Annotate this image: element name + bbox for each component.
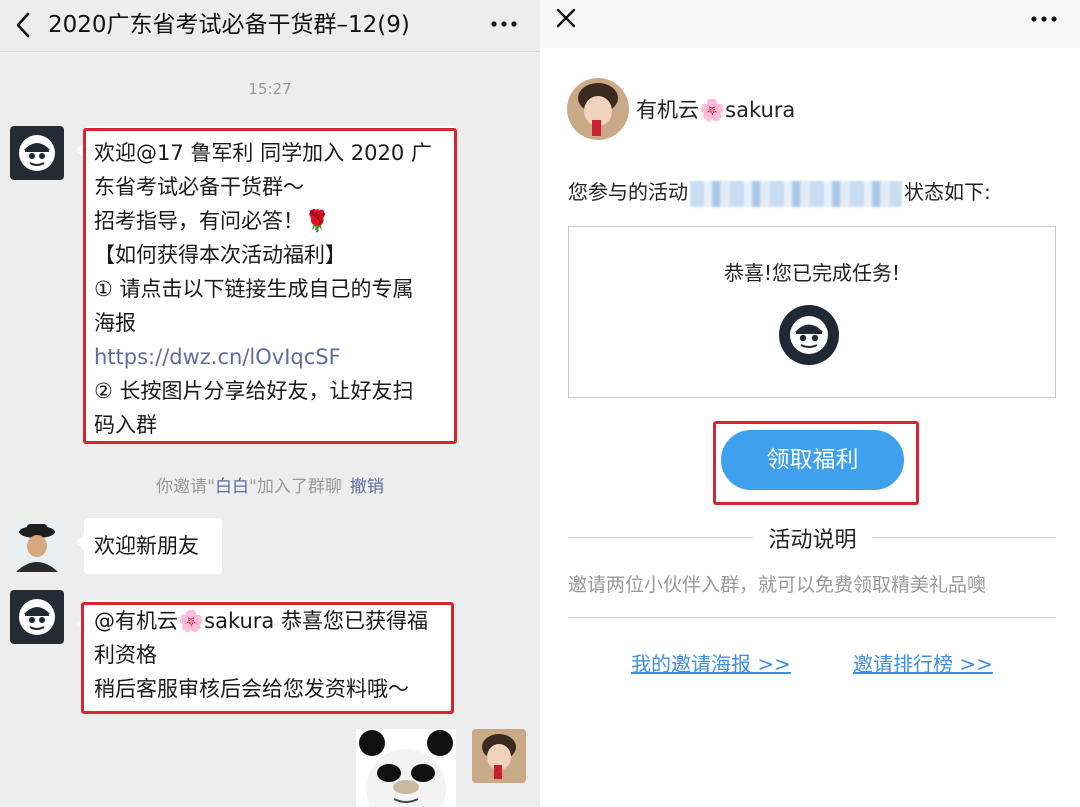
panda-face-icon [356,729,456,807]
more-icon[interactable] [1030,12,1058,26]
message-line: @有机云🌸sakura 恭喜您已获得福 [94,609,428,633]
message-line: 欢迎@17 鲁军利 同学加入 2020 广 [94,141,432,165]
close-icon[interactable] [554,6,578,30]
message-line: ① 请点击以下链接生成自己的专属 [94,277,414,301]
bot-logo-icon [19,599,55,635]
bot-avatar[interactable] [10,126,64,180]
system-notice-suffix: "加入了群聊 [249,477,342,497]
chat-screen: 2020广东省考试必备干货群–12(9) 15:27 欢迎@17 鲁军利 同学加… [0,0,540,807]
girl-photo-icon [472,729,526,783]
brand-face-icon [790,316,828,354]
status-line: 您参与的活动 状态如下: [568,176,991,207]
brand-logo-icon [779,305,839,365]
panda-sticker[interactable] [356,729,456,807]
person-photo-icon [10,518,64,572]
divider [872,537,1056,538]
system-notice-prefix: 你邀请" [156,477,215,497]
bot-logo-icon [19,135,55,171]
bot-avatar[interactable] [10,590,64,644]
more-icon[interactable] [490,16,518,32]
status-suffix: 状态如下: [904,180,991,204]
blurred-activity-name [690,180,902,207]
message-bubble-congrats[interactable]: @有机云🌸sakura 恭喜您已获得福 利资格 稍后客服审核后会给您发资料哦～ [76,600,454,714]
invited-user-name[interactable]: 白白 [215,477,249,497]
profile-avatar [567,78,629,140]
self-avatar[interactable] [472,729,526,783]
webview-nav-bar [540,0,1080,48]
message-bubble-greeting[interactable]: 欢迎新朋友 [76,518,222,574]
message-line: 码入群 [94,413,157,437]
message-line: 稍后客服审核后会给您发资料哦～ [94,677,409,701]
message-line: 利资格 [94,643,157,667]
activity-webview: 有机云🌸sakura 您参与的活动 状态如下: 恭喜!您已完成任务! 领取福利 活… [540,0,1080,807]
message-line: ② 长按图片分享给好友，让好友扫 [94,379,414,403]
system-notice: 你邀请"白白"加入了群聊 撤销 [0,472,540,497]
divider [568,537,753,538]
chat-title: 2020广东省考试必备干货群–12(9) [48,12,410,38]
divider [568,617,1056,618]
status-prefix: 您参与的活动 [568,180,688,204]
chat-nav-bar: 2020广东省考试必备干货群–12(9) [0,0,540,52]
member-avatar[interactable] [10,518,64,572]
my-poster-link[interactable]: 我的邀请海报 >> [631,648,791,677]
activity-description: 邀请两位小伙伴入群，就可以免费领取精美礼品噢 [568,574,987,596]
poster-link[interactable]: https://dwz.cn/lOvIqcSF [94,340,446,374]
message-line: 海报 [94,311,136,335]
girl-photo-icon [567,78,629,140]
undo-link[interactable]: 撤销 [350,477,384,497]
result-text: 恭喜!您已完成任务! [723,261,901,285]
message-line: 【如何获得本次活动福利】 [94,243,346,267]
claim-reward-button[interactable]: 领取福利 [721,430,904,490]
message-line: 东省考试必备干货群～ [94,175,304,199]
message-timestamp: 15:27 [248,80,292,98]
profile-name: 有机云🌸sakura [636,98,796,122]
ranking-link[interactable]: 邀请排行榜 >> [853,648,993,677]
message-bubble-welcome[interactable]: 欢迎@17 鲁军利 同学加入 2020 广 东省考试必备干货群～ 招考指导，有问… [76,126,456,444]
back-arrow-icon[interactable] [12,10,34,40]
section-title: 活动说明 [768,528,857,553]
result-card: 恭喜!您已完成任务! [568,226,1056,398]
message-line: 招考指导，有问必答！🌹 [94,209,331,233]
